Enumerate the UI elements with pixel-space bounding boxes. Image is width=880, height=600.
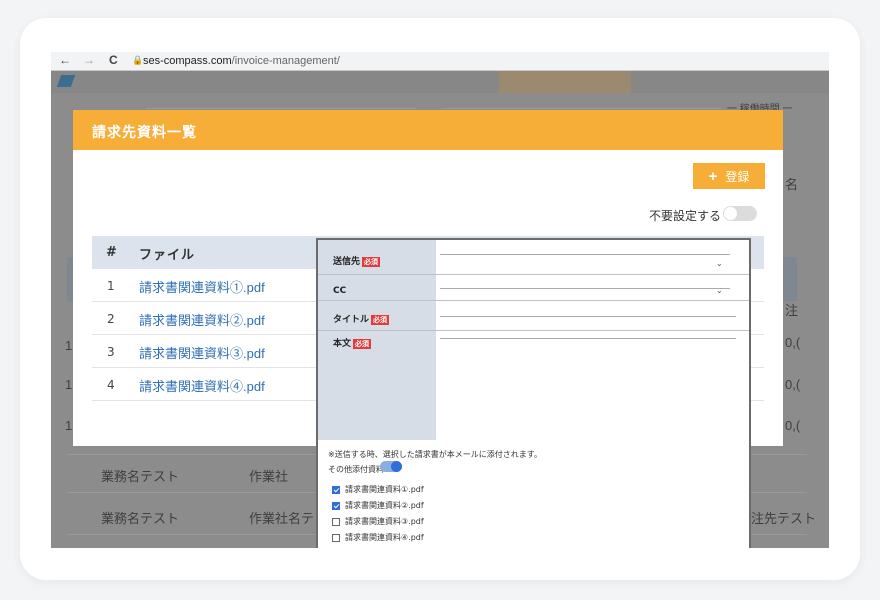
to-select[interactable]: [440, 254, 730, 255]
bg-divider: [146, 108, 416, 109]
checkbox[interactable]: [332, 501, 340, 510]
toggle-knob: [391, 461, 402, 472]
active-nav-highlight: [499, 71, 631, 93]
other-attachments-label: その他添付資料: [328, 465, 384, 474]
modal-title: 請求先資料一覧: [92, 125, 197, 141]
url-host: ses-compass.com: [143, 55, 232, 67]
attachment-name: 請求書関連資料③.pdf: [345, 517, 424, 526]
file-link[interactable]: 請求書関連資料④.pdf: [139, 376, 265, 395]
subject-label-text: タイトル: [333, 315, 370, 325]
bg-label: 0,(: [785, 418, 801, 433]
bg-task-name: 業務名テスト: [101, 511, 180, 526]
register-label: 登録: [725, 169, 750, 184]
subject-label: タイトル 必須: [333, 312, 390, 325]
bg-label: 1: [65, 377, 73, 392]
bg-label: 0,(: [785, 377, 801, 392]
attachment-name: 請求書関連資料①.pdf: [345, 485, 424, 494]
file-link[interactable]: 請求書関連資料①.pdf: [139, 277, 265, 296]
url-path: /invoice-management/: [231, 55, 340, 67]
attachment-name: 請求書関連資料④.pdf: [345, 533, 424, 542]
file-link[interactable]: 請求書関連資料③.pdf: [139, 343, 265, 362]
register-button[interactable]: + 登録: [693, 163, 765, 189]
row-number: 4: [107, 378, 115, 392]
attachment-note: ※送信する時、選択した請求書が本メールに添付されます。: [328, 450, 542, 459]
lock-icon: 🔒: [132, 55, 144, 65]
attachment-item[interactable]: 請求書関連資料③.pdf: [332, 516, 424, 527]
skip-setting-label: 不要設定する: [649, 209, 722, 223]
checkbox[interactable]: [332, 517, 340, 526]
required-badge: 必須: [353, 338, 372, 349]
browser-window: ← → C 🔒 ses-compass.com/invoice-manageme…: [51, 52, 829, 548]
back-icon[interactable]: ←: [59, 53, 71, 67]
forward-icon[interactable]: →: [83, 53, 95, 67]
row-number: 1: [107, 279, 115, 293]
logo-icon: [56, 75, 76, 87]
body-textarea[interactable]: [440, 338, 736, 439]
address-bar[interactable]: ses-compass.com/invoice-management/: [143, 55, 340, 67]
skip-setting-toggle[interactable]: [723, 206, 757, 221]
bg-company-name: 作業社名テ: [249, 511, 315, 526]
col-number-header: #: [106, 245, 117, 260]
bg-client-name: 注先テスト: [751, 511, 817, 526]
toggle-knob: [724, 207, 737, 220]
cc-select[interactable]: [440, 288, 730, 289]
cc-label: CC: [333, 286, 347, 296]
required-badge: 必須: [362, 256, 381, 267]
bg-label: 0,(: [785, 335, 801, 350]
required-badge: 必須: [371, 314, 390, 325]
chevron-down-icon: ⌄: [716, 286, 723, 295]
to-label-text: 送信先: [333, 257, 361, 267]
subject-input[interactable]: [440, 316, 736, 317]
bg-label: 注: [785, 303, 799, 318]
body-label-text: 本文: [333, 339, 352, 349]
reload-icon[interactable]: C: [109, 53, 118, 67]
app-header: [51, 71, 829, 93]
other-attachments-toggle[interactable]: [380, 461, 402, 472]
bg-label: 1: [65, 338, 73, 353]
checkbox[interactable]: [332, 533, 340, 542]
attachment-item[interactable]: 請求書関連資料④.pdf: [332, 532, 424, 543]
bg-company-name: 作業社: [249, 469, 289, 484]
plus-icon: +: [708, 167, 718, 185]
col-file-header: ファイル: [139, 248, 196, 263]
attachment-item[interactable]: 請求書関連資料②.pdf: [332, 500, 424, 511]
bg-task-name: 業務名テスト: [101, 469, 180, 484]
mail-compose-panel: 送信先 必須 ⌄ CC ⌄ タイトル 必須 本文 必須 ※送信する時、選択した請求書が…: [318, 240, 749, 548]
bg-divider: [441, 108, 721, 109]
modal-header: 請求先資料一覧: [73, 110, 783, 150]
file-link[interactable]: 請求書関連資料②.pdf: [139, 310, 265, 329]
row-number: 3: [107, 345, 115, 359]
browser-toolbar: ← → C 🔒 ses-compass.com/invoice-manageme…: [51, 52, 829, 71]
attachment-name: 請求書関連資料②.pdf: [345, 501, 424, 510]
checkbox[interactable]: [332, 485, 340, 494]
bg-label: 1: [65, 418, 73, 433]
attachment-item[interactable]: 請求書関連資料①.pdf: [332, 484, 424, 495]
row-number: 2: [107, 312, 115, 326]
bg-label: 名: [785, 177, 799, 192]
to-label: 送信先 必須: [333, 254, 381, 267]
body-label: 本文 必須: [333, 336, 372, 349]
to-row: 送信先 必須: [318, 240, 749, 275]
chevron-down-icon: ⌄: [716, 259, 723, 268]
